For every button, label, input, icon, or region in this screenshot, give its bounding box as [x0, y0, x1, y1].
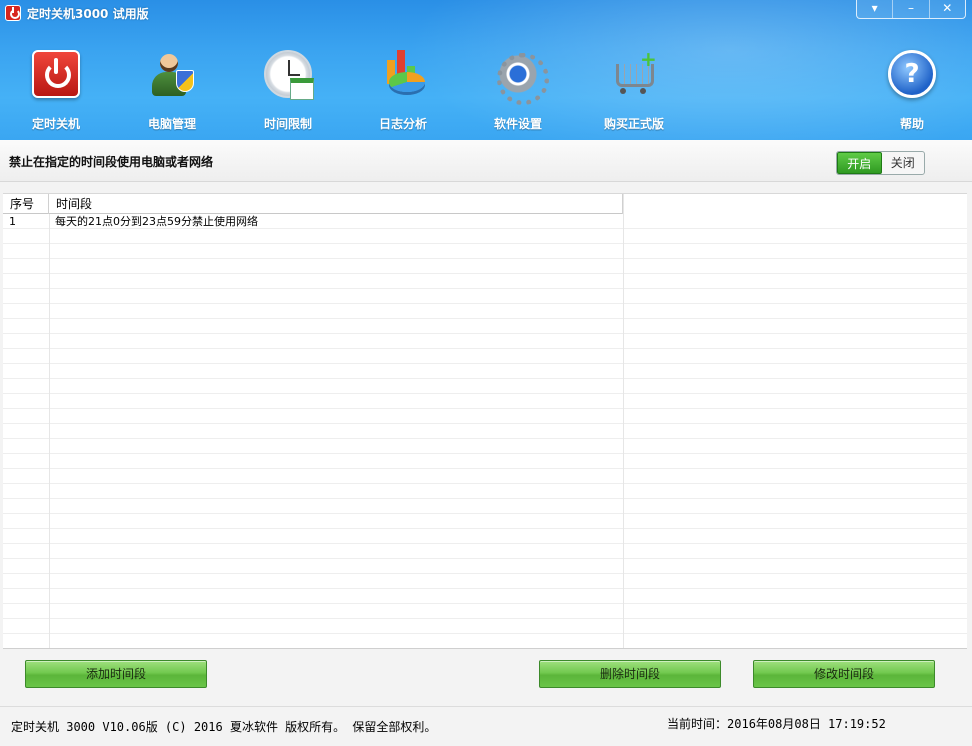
- toolbar-item-label: 日志分析: [353, 115, 453, 132]
- grid-lines: [3, 214, 967, 649]
- toolbar-item-log-analysis[interactable]: 日志分析: [353, 40, 453, 132]
- toolbar-item-label: 定时关机: [6, 115, 106, 132]
- menu-dropdown-button[interactable]: ▾: [857, 0, 892, 18]
- current-time-label: 当前时间：: [667, 717, 727, 731]
- toolbar-item-settings[interactable]: 软件设置: [468, 40, 568, 132]
- toolbar-item-label: 购买正式版: [584, 115, 684, 132]
- toolbar-item-label: 时间限制: [238, 115, 338, 132]
- help-icon: ?: [888, 50, 936, 98]
- app-window: 定时关机3000 试用版 ▾ – ✕ 定时关机 电脑管理 时间限制: [0, 0, 972, 746]
- gear-icon: [494, 50, 542, 98]
- current-time: 当前时间：2016年08月08日 17:19:52: [667, 715, 886, 732]
- clock-calendar-icon: [264, 50, 312, 98]
- toolbar-item-time-limit[interactable]: 时间限制: [238, 40, 338, 132]
- toolbar-item-buy[interactable]: + 购买正式版: [584, 40, 684, 132]
- cell-index: 1: [3, 214, 49, 229]
- window-controls: ▾ – ✕: [856, 0, 966, 19]
- column-divider: [49, 194, 50, 649]
- cell-period: 每天的21点0分到23点59分禁止使用网络: [49, 214, 623, 229]
- toolbar-item-pc-management[interactable]: 电脑管理: [122, 40, 222, 132]
- toolbar-item-help[interactable]: ? 帮助: [862, 40, 962, 132]
- users-shield-icon: [148, 50, 196, 98]
- window-title: 定时关机3000 试用版: [27, 5, 149, 22]
- current-time-value: 2016年08月08日 17:19:52: [727, 717, 886, 731]
- toolbar-item-label: 电脑管理: [122, 115, 222, 132]
- section-bar: 禁止在指定的时间段使用电脑或者网络: [0, 140, 972, 182]
- add-period-button[interactable]: 添加时间段: [25, 660, 207, 688]
- copyright-text: 定时关机 3000 V10.06版 (C) 2016 夏冰软件 版权所有。 保留…: [11, 718, 436, 735]
- power-icon: [32, 50, 80, 98]
- toggle-on-button[interactable]: 开启: [837, 152, 882, 174]
- header: 定时关机3000 试用版 ▾ – ✕ 定时关机 电脑管理 时间限制: [0, 0, 972, 140]
- column-header-index[interactable]: 序号: [3, 194, 49, 214]
- section-title: 禁止在指定的时间段使用电脑或者网络: [9, 153, 213, 170]
- enable-toggle[interactable]: 开启 关闭: [836, 151, 925, 175]
- column-divider: [623, 194, 624, 649]
- time-period-table[interactable]: 序号 时间段 1 每天的21点0分到23点59分禁止使用网络: [3, 193, 967, 649]
- app-power-icon: [5, 5, 21, 21]
- status-bar: 定时关机 3000 V10.06版 (C) 2016 夏冰软件 版权所有。 保留…: [0, 706, 972, 746]
- table-row[interactable]: 1 每天的21点0分到23点59分禁止使用网络: [3, 214, 623, 229]
- toolbar-item-label: 帮助: [862, 115, 962, 132]
- chart-icon: [379, 50, 427, 98]
- delete-period-button[interactable]: 删除时间段: [539, 660, 721, 688]
- modify-period-button[interactable]: 修改时间段: [753, 660, 935, 688]
- toolbar-item-label: 软件设置: [468, 115, 568, 132]
- toolbar-item-shutdown[interactable]: 定时关机: [6, 40, 106, 132]
- toggle-off-button[interactable]: 关闭: [882, 152, 925, 174]
- column-header-period[interactable]: 时间段: [49, 194, 623, 214]
- table-header: 序号 时间段: [3, 194, 623, 214]
- close-button[interactable]: ✕: [929, 0, 965, 18]
- main-toolbar: 定时关机 电脑管理 时间限制 日志分析 软件设: [0, 40, 972, 136]
- minimize-button[interactable]: –: [892, 0, 928, 18]
- title-bar: 定时关机3000 试用版 ▾ – ✕: [0, 0, 972, 26]
- cart-icon: +: [610, 50, 658, 98]
